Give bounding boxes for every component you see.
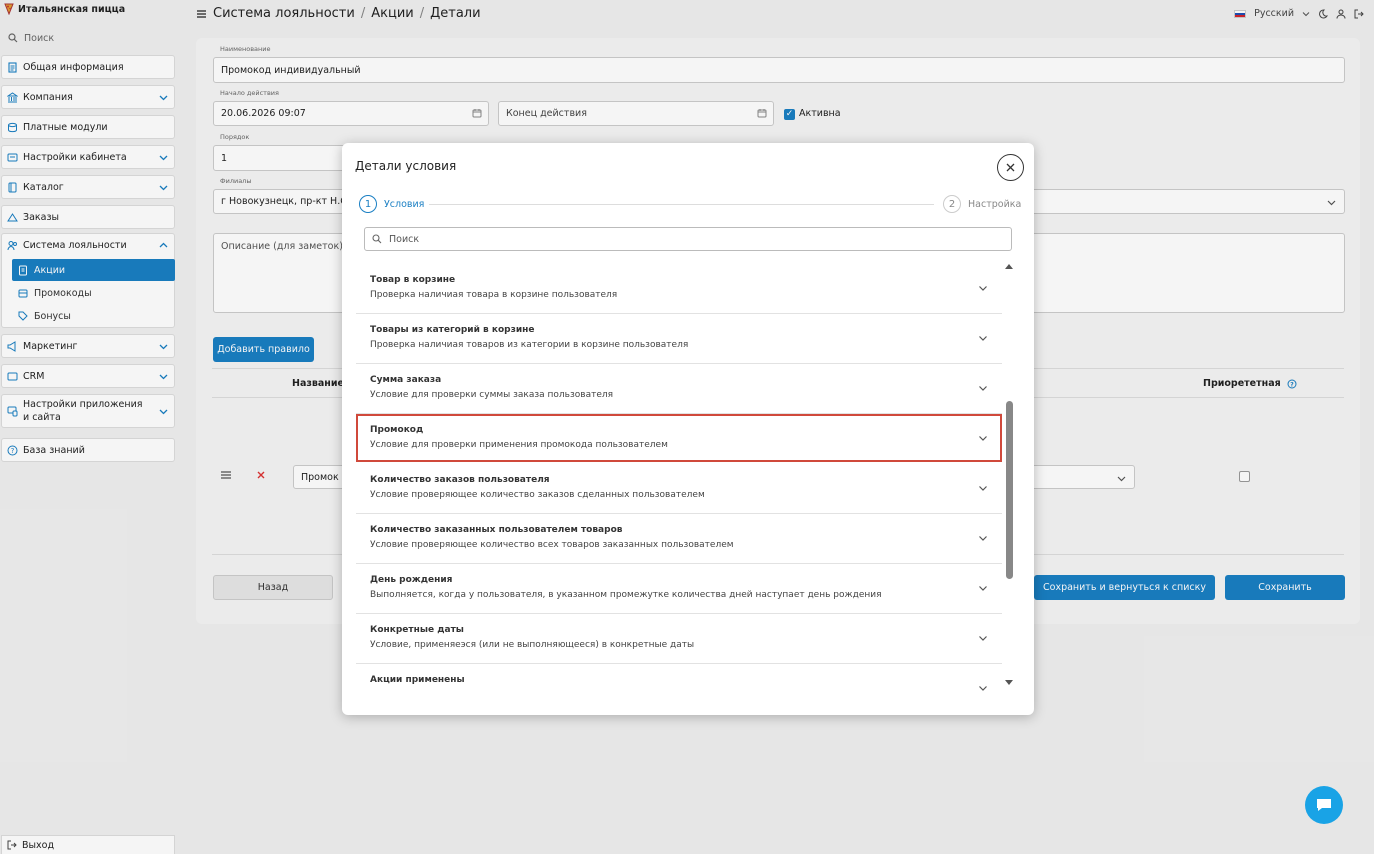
condition-description: Выполняется, когда у пользователя, в ука… [370,590,882,600]
condition-item-promocode[interactable]: Промокод Условие для проверки применения… [356,414,1002,462]
step-number: 1 [359,195,377,213]
step-conditions[interactable]: 1 Условия [359,195,424,213]
condition-item-birthday[interactable]: День рождения Выполняется, когда у польз… [356,564,1002,614]
chevron-down-icon[interactable] [978,333,988,343]
condition-title: День рождения [370,575,453,585]
condition-title: Акции применены [370,675,465,685]
condition-description: Проверка наличиая товаров из категории в… [370,340,689,350]
condition-title: Конкретные даты [370,625,464,635]
chevron-down-icon[interactable] [978,433,988,443]
condition-description: Условие для проверки применения промокод… [370,440,668,450]
condition-item-order-sum[interactable]: Сумма заказа Условие для проверки суммы … [356,364,1002,414]
condition-title: Количество заказанных пользователем това… [370,525,623,535]
chevron-down-icon[interactable] [978,633,988,643]
step-label: Настройка [968,198,1022,210]
condition-title: Количество заказов пользователя [370,475,550,485]
condition-title: Товары из категорий в корзине [370,325,535,335]
scroll-up-arrow-icon[interactable] [1005,264,1013,269]
condition-item-product-in-cart[interactable]: Товар в корзине Проверка наличиая товара… [356,264,1002,314]
close-icon [1006,163,1015,172]
conditions-list: Товар в корзине Проверка наличиая товара… [356,264,1002,694]
modal-search-input[interactable]: Поиск [364,227,1012,251]
chevron-down-icon[interactable] [978,533,988,543]
scroll-down-arrow-icon[interactable] [1005,680,1013,685]
chat-icon [1317,799,1331,811]
condition-description: Условие проверяющее количество заказов с… [370,490,705,500]
scrollbar-thumb[interactable] [1006,401,1013,579]
condition-details-modal: Детали условия 1 Условия 2 Настройка Пои… [342,143,1034,715]
condition-title: Сумма заказа [370,375,442,385]
condition-title: Промокод [370,425,424,435]
chevron-down-icon[interactable] [978,583,988,593]
chevron-down-icon[interactable] [978,383,988,393]
step-settings[interactable]: 2 Настройка [943,195,1021,213]
condition-item-category-products-in-cart[interactable]: Товары из категорий в корзине Проверка н… [356,314,1002,364]
condition-item-user-orders-count[interactable]: Количество заказов пользователя Условие … [356,464,1002,514]
condition-description: Условие проверяющее количество всех това… [370,540,734,550]
condition-description: Условие для проверки суммы заказа пользо… [370,390,614,400]
chevron-down-icon[interactable] [978,683,988,693]
chevron-down-icon[interactable] [978,483,988,493]
condition-title: Товар в корзине [370,275,456,285]
chevron-down-icon[interactable] [978,283,988,293]
condition-item-user-products-count[interactable]: Количество заказанных пользователем това… [356,514,1002,564]
conditions-scrollbar[interactable] [1005,264,1015,687]
modal-title: Детали условия [355,159,457,173]
search-icon [372,234,382,244]
condition-description: Проверка наличиая товара в корзине польз… [370,290,618,300]
condition-item-promotions-applied[interactable]: Акции применены [356,664,1002,694]
close-button[interactable] [997,154,1024,181]
step-label: Условия [384,198,425,210]
step-number: 2 [943,195,961,213]
condition-item-specific-dates[interactable]: Конкретные даты Условие, применяеэся (ил… [356,614,1002,664]
chat-button[interactable] [1305,786,1343,824]
stepper-line [429,204,934,205]
modal-search-placeholder: Поиск [389,233,420,245]
condition-description: Условие, применяеэся (или не выполняющее… [370,640,695,650]
